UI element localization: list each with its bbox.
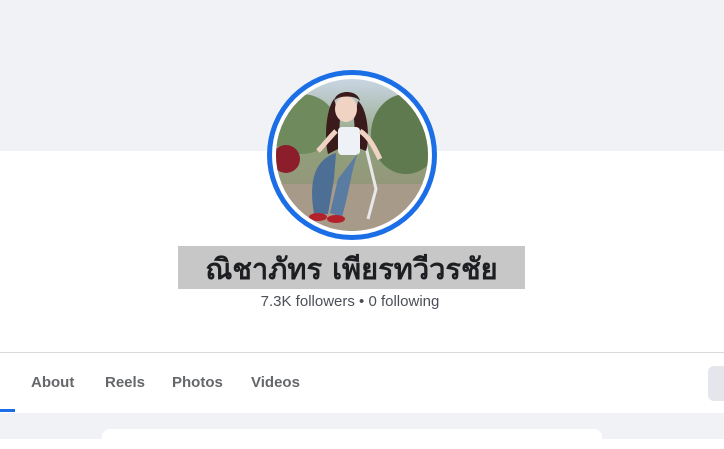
profile-photo-illustration <box>276 79 428 231</box>
profile-name-highlight: ณิชาภัทร เพียรทวีวรชัย <box>178 246 525 289</box>
profile-picture-frame <box>272 75 432 235</box>
follower-stats[interactable]: 7.3K followers • 0 following <box>200 293 500 310</box>
profile-photo <box>276 79 428 231</box>
profile-picture[interactable] <box>267 70 437 240</box>
tab-reels[interactable]: Reels <box>105 353 145 413</box>
profile-name: ณิชาภัทร เพียรทวีวรชัย <box>205 252 498 286</box>
tab-videos[interactable]: Videos <box>251 353 300 413</box>
tab-photos[interactable]: Photos <box>172 353 223 413</box>
profile-tabs: About Reels Photos Videos <box>0 353 724 413</box>
tab-about[interactable]: About <box>31 353 74 413</box>
more-options-button[interactable] <box>708 366 724 401</box>
content-card <box>102 429 602 449</box>
active-tab-indicator <box>0 409 15 412</box>
